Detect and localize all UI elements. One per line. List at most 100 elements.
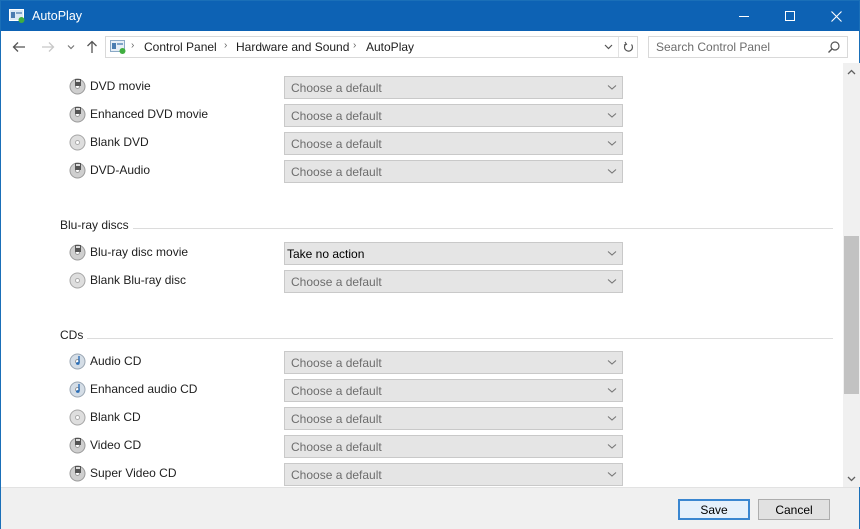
dvd-video-icon — [69, 465, 86, 482]
blank-disc-icon — [69, 409, 86, 426]
action-dropdown[interactable]: Choose a default — [284, 270, 623, 293]
autoplay-row-blu-ray-disc-movie: Blu-ray disc movie Take no action — [69, 242, 629, 265]
row-label: DVD movie — [90, 79, 151, 93]
back-button[interactable] — [10, 37, 28, 57]
minimize-icon — [739, 15, 749, 17]
chevron-down-icon — [607, 416, 617, 421]
control-panel-icon — [110, 40, 126, 54]
title-bar: AutoPlay — [1, 1, 859, 31]
chevron-down-icon — [607, 388, 617, 393]
row-label: Blank CD — [90, 410, 141, 424]
row-label: Super Video CD — [90, 466, 177, 480]
action-dropdown[interactable]: Choose a default — [284, 379, 623, 402]
action-dropdown[interactable]: Choose a default — [284, 132, 623, 155]
refresh-icon — [623, 41, 634, 52]
action-dropdown[interactable]: Take no action — [284, 242, 623, 265]
cancel-button[interactable]: Cancel — [758, 499, 830, 520]
dropdown-value: Choose a default — [291, 81, 382, 95]
dvd-video-icon — [69, 437, 86, 454]
address-bar[interactable]: › Control Panel › Hardware and Sound › A… — [105, 36, 638, 58]
autoplay-row-blank-blu-ray-disc: Blank Blu-ray disc Choose a default — [69, 270, 629, 293]
dropdown-value: Choose a default — [291, 440, 382, 454]
chevron-down-icon — [607, 169, 617, 174]
chevron-up-icon — [847, 69, 856, 74]
maximize-button[interactable] — [767, 1, 813, 31]
autoplay-row-blank-dvd: Blank DVD Choose a default — [69, 132, 629, 155]
chevron-down-icon — [604, 44, 612, 50]
autoplay-row-video-cd: Video CD Choose a default — [69, 435, 629, 458]
dropdown-value: Choose a default — [291, 165, 382, 179]
chevron-down-icon — [607, 360, 617, 365]
chevron-down-icon — [607, 113, 617, 118]
dropdown-value: Choose a default — [291, 137, 382, 151]
control-panel-icon — [9, 9, 25, 23]
breadcrumb-hardware-and-sound[interactable]: Hardware and Sound — [236, 40, 349, 54]
audio-disc-icon — [69, 381, 86, 398]
window-title: AutoPlay — [32, 9, 83, 23]
breadcrumb-separator-icon: › — [353, 40, 357, 51]
forward-button[interactable] — [39, 37, 57, 57]
action-dropdown[interactable]: Choose a default — [284, 407, 623, 430]
arrow-up-icon — [87, 40, 97, 53]
autoplay-window: AutoPlay › Control Panel › Hardware and … — [0, 0, 860, 529]
recent-locations-button[interactable] — [64, 37, 78, 57]
row-label: Video CD — [90, 438, 142, 452]
blank-disc-icon — [69, 134, 86, 151]
chevron-down-icon — [607, 279, 617, 284]
autoplay-settings-panel: DVD movie Choose a default Enhanced DVD … — [1, 63, 843, 487]
search-icon[interactable] — [827, 40, 841, 54]
chevron-down-icon — [847, 476, 856, 481]
close-icon — [830, 10, 842, 22]
dvd-video-icon — [69, 78, 86, 95]
navigation-bar: › Control Panel › Hardware and Sound › A… — [1, 31, 859, 63]
save-button[interactable]: Save — [678, 499, 750, 520]
dropdown-value: Choose a default — [291, 275, 382, 289]
chevron-down-icon — [607, 85, 617, 90]
row-label: Enhanced audio CD — [90, 382, 198, 396]
audio-disc-icon — [69, 353, 86, 370]
scroll-up-button[interactable] — [843, 63, 860, 80]
section-title: CDs — [60, 328, 88, 342]
row-label: Blank DVD — [90, 135, 149, 149]
search-box — [648, 36, 848, 58]
dropdown-value: Choose a default — [291, 109, 382, 123]
section-header-blu-ray: Blu-ray discs — [60, 218, 833, 232]
action-dropdown[interactable]: Choose a default — [284, 463, 623, 486]
breadcrumb-separator-icon: › — [224, 40, 228, 51]
scroll-down-button[interactable] — [843, 470, 860, 487]
breadcrumb-autoplay[interactable]: AutoPlay — [366, 40, 414, 54]
section-title: Blu-ray discs — [60, 218, 133, 232]
row-label: Blu-ray disc movie — [90, 245, 189, 259]
refresh-button[interactable] — [618, 37, 638, 57]
chevron-down-icon — [607, 251, 617, 256]
dropdown-value: Choose a default — [291, 356, 382, 370]
section-header-cds: CDs — [60, 328, 833, 342]
section-divider — [60, 228, 833, 229]
dvd-video-icon — [69, 162, 86, 179]
row-label: DVD-Audio — [90, 163, 151, 177]
vertical-scrollbar[interactable] — [843, 63, 860, 487]
autoplay-row-audio-cd: Audio CD Choose a default — [69, 351, 629, 374]
scrollbar-thumb[interactable] — [844, 236, 859, 394]
up-button[interactable] — [83, 37, 101, 57]
breadcrumb-control-panel[interactable]: Control Panel — [144, 40, 217, 54]
close-button[interactable] — [813, 1, 859, 31]
action-dropdown[interactable]: Choose a default — [284, 76, 623, 99]
dropdown-value: Choose a default — [291, 384, 382, 398]
arrow-right-icon — [42, 42, 55, 52]
minimize-button[interactable] — [721, 1, 767, 31]
autoplay-row-dvd-audio: DVD-Audio Choose a default — [69, 160, 629, 183]
action-dropdown[interactable]: Choose a default — [284, 435, 623, 458]
maximize-icon — [785, 11, 795, 21]
row-label: Audio CD — [90, 354, 142, 368]
action-dropdown[interactable]: Choose a default — [284, 104, 623, 127]
search-input[interactable] — [649, 37, 824, 57]
chevron-down-icon — [607, 472, 617, 477]
address-history-button[interactable] — [600, 38, 616, 56]
action-dropdown[interactable]: Choose a default — [284, 160, 623, 183]
autoplay-row-enhanced-audio-cd: Enhanced audio CD Choose a default — [69, 379, 629, 402]
row-label: Enhanced DVD movie — [90, 107, 209, 121]
dropdown-value: Choose a default — [291, 412, 382, 426]
blank-disc-icon — [69, 272, 86, 289]
action-dropdown[interactable]: Choose a default — [284, 351, 623, 374]
